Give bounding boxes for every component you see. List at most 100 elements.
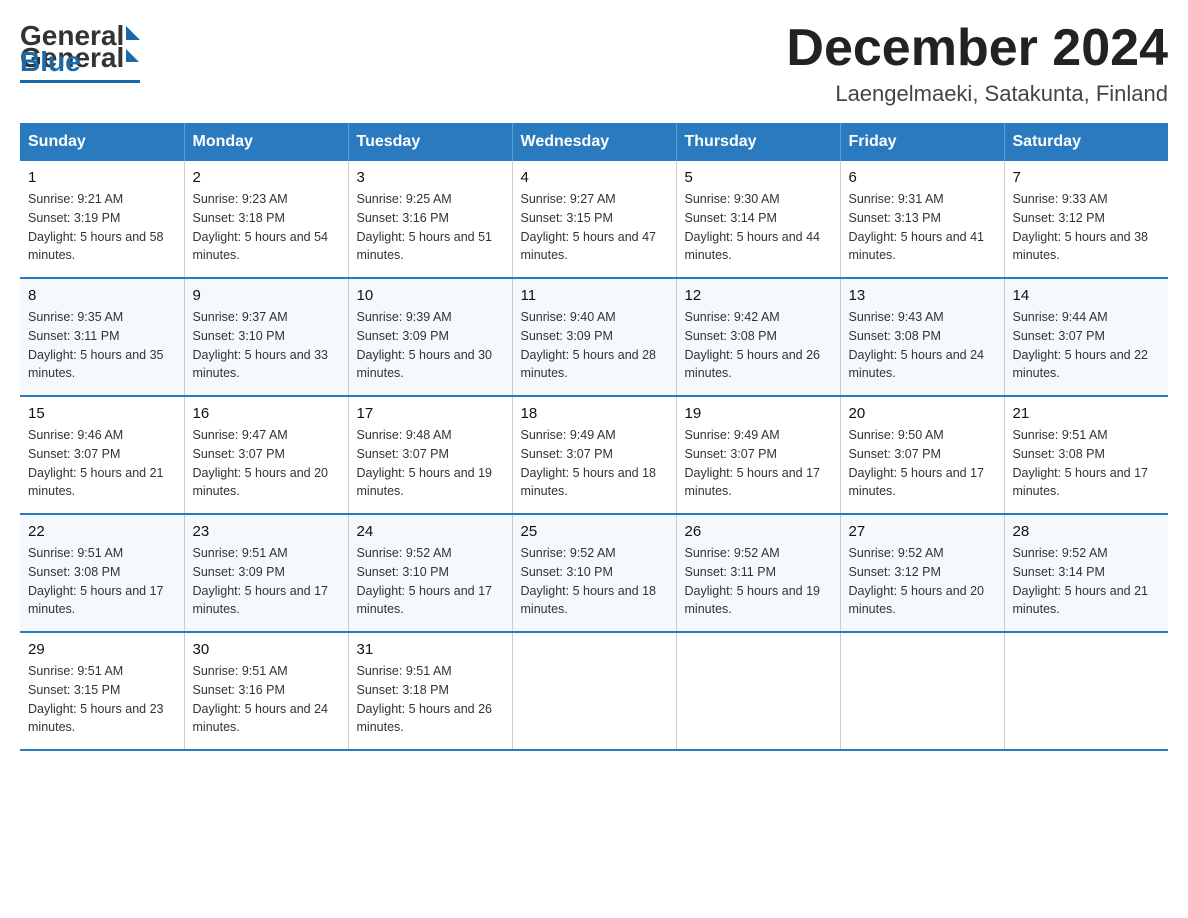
col-wednesday: Wednesday — [512, 123, 676, 161]
calendar-week-row: 29 Sunrise: 9:51 AMSunset: 3:15 PMDaylig… — [20, 632, 1168, 750]
day-number: 27 — [849, 523, 996, 540]
col-sunday: Sunday — [20, 123, 184, 161]
col-friday: Friday — [840, 123, 1004, 161]
calendar-cell — [840, 632, 1004, 750]
day-number: 1 — [28, 169, 176, 186]
day-info: Sunrise: 9:37 AMSunset: 3:10 PMDaylight:… — [193, 310, 329, 380]
calendar-cell: 1 Sunrise: 9:21 AMSunset: 3:19 PMDayligh… — [20, 161, 184, 278]
col-saturday: Saturday — [1004, 123, 1168, 161]
calendar-cell — [1004, 632, 1168, 750]
calendar-cell: 4 Sunrise: 9:27 AMSunset: 3:15 PMDayligh… — [512, 161, 676, 278]
calendar-week-row: 15 Sunrise: 9:46 AMSunset: 3:07 PMDaylig… — [20, 396, 1168, 514]
day-number: 23 — [193, 523, 340, 540]
calendar-cell: 29 Sunrise: 9:51 AMSunset: 3:15 PMDaylig… — [20, 632, 184, 750]
day-number: 7 — [1013, 169, 1161, 186]
day-number: 30 — [193, 641, 340, 658]
day-number: 22 — [28, 523, 176, 540]
day-info: Sunrise: 9:44 AMSunset: 3:07 PMDaylight:… — [1013, 310, 1149, 380]
day-info: Sunrise: 9:51 AMSunset: 3:09 PMDaylight:… — [193, 546, 329, 616]
calendar-cell: 7 Sunrise: 9:33 AMSunset: 3:12 PMDayligh… — [1004, 161, 1168, 278]
logo: General General Blue — [20, 20, 140, 83]
calendar-cell: 23 Sunrise: 9:51 AMSunset: 3:09 PMDaylig… — [184, 514, 348, 632]
logo-triangle-icon — [126, 26, 140, 40]
calendar-cell: 16 Sunrise: 9:47 AMSunset: 3:07 PMDaylig… — [184, 396, 348, 514]
day-info: Sunrise: 9:40 AMSunset: 3:09 PMDaylight:… — [521, 310, 657, 380]
day-number: 19 — [685, 405, 832, 422]
day-info: Sunrise: 9:52 AMSunset: 3:11 PMDaylight:… — [685, 546, 821, 616]
calendar-cell: 22 Sunrise: 9:51 AMSunset: 3:08 PMDaylig… — [20, 514, 184, 632]
calendar-cell: 20 Sunrise: 9:50 AMSunset: 3:07 PMDaylig… — [840, 396, 1004, 514]
calendar-week-row: 1 Sunrise: 9:21 AMSunset: 3:19 PMDayligh… — [20, 161, 1168, 278]
day-info: Sunrise: 9:51 AMSunset: 3:16 PMDaylight:… — [193, 664, 329, 734]
calendar-cell: 25 Sunrise: 9:52 AMSunset: 3:10 PMDaylig… — [512, 514, 676, 632]
calendar-header: Sunday Monday Tuesday Wednesday Thursday… — [20, 123, 1168, 161]
calendar-cell: 6 Sunrise: 9:31 AMSunset: 3:13 PMDayligh… — [840, 161, 1004, 278]
logo-underline — [20, 80, 140, 83]
day-number: 28 — [1013, 523, 1161, 540]
day-number: 6 — [849, 169, 996, 186]
day-info: Sunrise: 9:49 AMSunset: 3:07 PMDaylight:… — [685, 428, 821, 498]
calendar-cell: 21 Sunrise: 9:51 AMSunset: 3:08 PMDaylig… — [1004, 396, 1168, 514]
day-number: 13 — [849, 287, 996, 304]
day-number: 11 — [521, 287, 668, 304]
calendar-cell: 27 Sunrise: 9:52 AMSunset: 3:12 PMDaylig… — [840, 514, 1004, 632]
day-info: Sunrise: 9:51 AMSunset: 3:15 PMDaylight:… — [28, 664, 164, 734]
calendar-table: Sunday Monday Tuesday Wednesday Thursday… — [20, 123, 1168, 751]
calendar-cell: 28 Sunrise: 9:52 AMSunset: 3:14 PMDaylig… — [1004, 514, 1168, 632]
calendar-cell: 9 Sunrise: 9:37 AMSunset: 3:10 PMDayligh… — [184, 278, 348, 396]
title-area: December 2024 Laengelmaeki, Satakunta, F… — [786, 20, 1168, 107]
day-number: 20 — [849, 405, 996, 422]
logo-arrow-icon — [126, 49, 139, 62]
day-info: Sunrise: 9:50 AMSunset: 3:07 PMDaylight:… — [849, 428, 985, 498]
day-number: 10 — [357, 287, 504, 304]
day-info: Sunrise: 9:21 AMSunset: 3:19 PMDaylight:… — [28, 192, 164, 262]
day-number: 21 — [1013, 405, 1161, 422]
col-tuesday: Tuesday — [348, 123, 512, 161]
calendar-cell: 14 Sunrise: 9:44 AMSunset: 3:07 PMDaylig… — [1004, 278, 1168, 396]
day-info: Sunrise: 9:52 AMSunset: 3:10 PMDaylight:… — [357, 546, 493, 616]
day-info: Sunrise: 9:43 AMSunset: 3:08 PMDaylight:… — [849, 310, 985, 380]
day-info: Sunrise: 9:49 AMSunset: 3:07 PMDaylight:… — [521, 428, 657, 498]
day-number: 25 — [521, 523, 668, 540]
calendar-cell — [676, 632, 840, 750]
day-number: 2 — [193, 169, 340, 186]
calendar-cell: 12 Sunrise: 9:42 AMSunset: 3:08 PMDaylig… — [676, 278, 840, 396]
calendar-body: 1 Sunrise: 9:21 AMSunset: 3:19 PMDayligh… — [20, 161, 1168, 750]
day-info: Sunrise: 9:51 AMSunset: 3:08 PMDaylight:… — [28, 546, 164, 616]
day-number: 5 — [685, 169, 832, 186]
calendar-cell: 13 Sunrise: 9:43 AMSunset: 3:08 PMDaylig… — [840, 278, 1004, 396]
calendar-cell: 15 Sunrise: 9:46 AMSunset: 3:07 PMDaylig… — [20, 396, 184, 514]
day-info: Sunrise: 9:52 AMSunset: 3:12 PMDaylight:… — [849, 546, 985, 616]
day-number: 8 — [28, 287, 176, 304]
day-number: 24 — [357, 523, 504, 540]
header: General General Blue December 2024 Laeng… — [20, 20, 1168, 107]
calendar-title: December 2024 — [786, 20, 1168, 77]
calendar-cell — [512, 632, 676, 750]
calendar-cell: 19 Sunrise: 9:49 AMSunset: 3:07 PMDaylig… — [676, 396, 840, 514]
day-info: Sunrise: 9:31 AMSunset: 3:13 PMDaylight:… — [849, 192, 985, 262]
calendar-cell: 11 Sunrise: 9:40 AMSunset: 3:09 PMDaylig… — [512, 278, 676, 396]
day-number: 29 — [28, 641, 176, 658]
calendar-cell: 30 Sunrise: 9:51 AMSunset: 3:16 PMDaylig… — [184, 632, 348, 750]
calendar-week-row: 22 Sunrise: 9:51 AMSunset: 3:08 PMDaylig… — [20, 514, 1168, 632]
day-number: 9 — [193, 287, 340, 304]
day-number: 12 — [685, 287, 832, 304]
col-thursday: Thursday — [676, 123, 840, 161]
day-info: Sunrise: 9:51 AMSunset: 3:18 PMDaylight:… — [357, 664, 493, 734]
calendar-cell: 3 Sunrise: 9:25 AMSunset: 3:16 PMDayligh… — [348, 161, 512, 278]
calendar-cell: 2 Sunrise: 9:23 AMSunset: 3:18 PMDayligh… — [184, 161, 348, 278]
day-info: Sunrise: 9:47 AMSunset: 3:07 PMDaylight:… — [193, 428, 329, 498]
day-info: Sunrise: 9:52 AMSunset: 3:10 PMDaylight:… — [521, 546, 657, 616]
day-info: Sunrise: 9:33 AMSunset: 3:12 PMDaylight:… — [1013, 192, 1149, 262]
calendar-cell: 8 Sunrise: 9:35 AMSunset: 3:11 PMDayligh… — [20, 278, 184, 396]
day-number: 17 — [357, 405, 504, 422]
calendar-week-row: 8 Sunrise: 9:35 AMSunset: 3:11 PMDayligh… — [20, 278, 1168, 396]
day-number: 18 — [521, 405, 668, 422]
day-number: 16 — [193, 405, 340, 422]
day-number: 4 — [521, 169, 668, 186]
day-number: 26 — [685, 523, 832, 540]
day-number: 31 — [357, 641, 504, 658]
day-info: Sunrise: 9:48 AMSunset: 3:07 PMDaylight:… — [357, 428, 493, 498]
day-info: Sunrise: 9:39 AMSunset: 3:09 PMDaylight:… — [357, 310, 493, 380]
day-info: Sunrise: 9:30 AMSunset: 3:14 PMDaylight:… — [685, 192, 821, 262]
